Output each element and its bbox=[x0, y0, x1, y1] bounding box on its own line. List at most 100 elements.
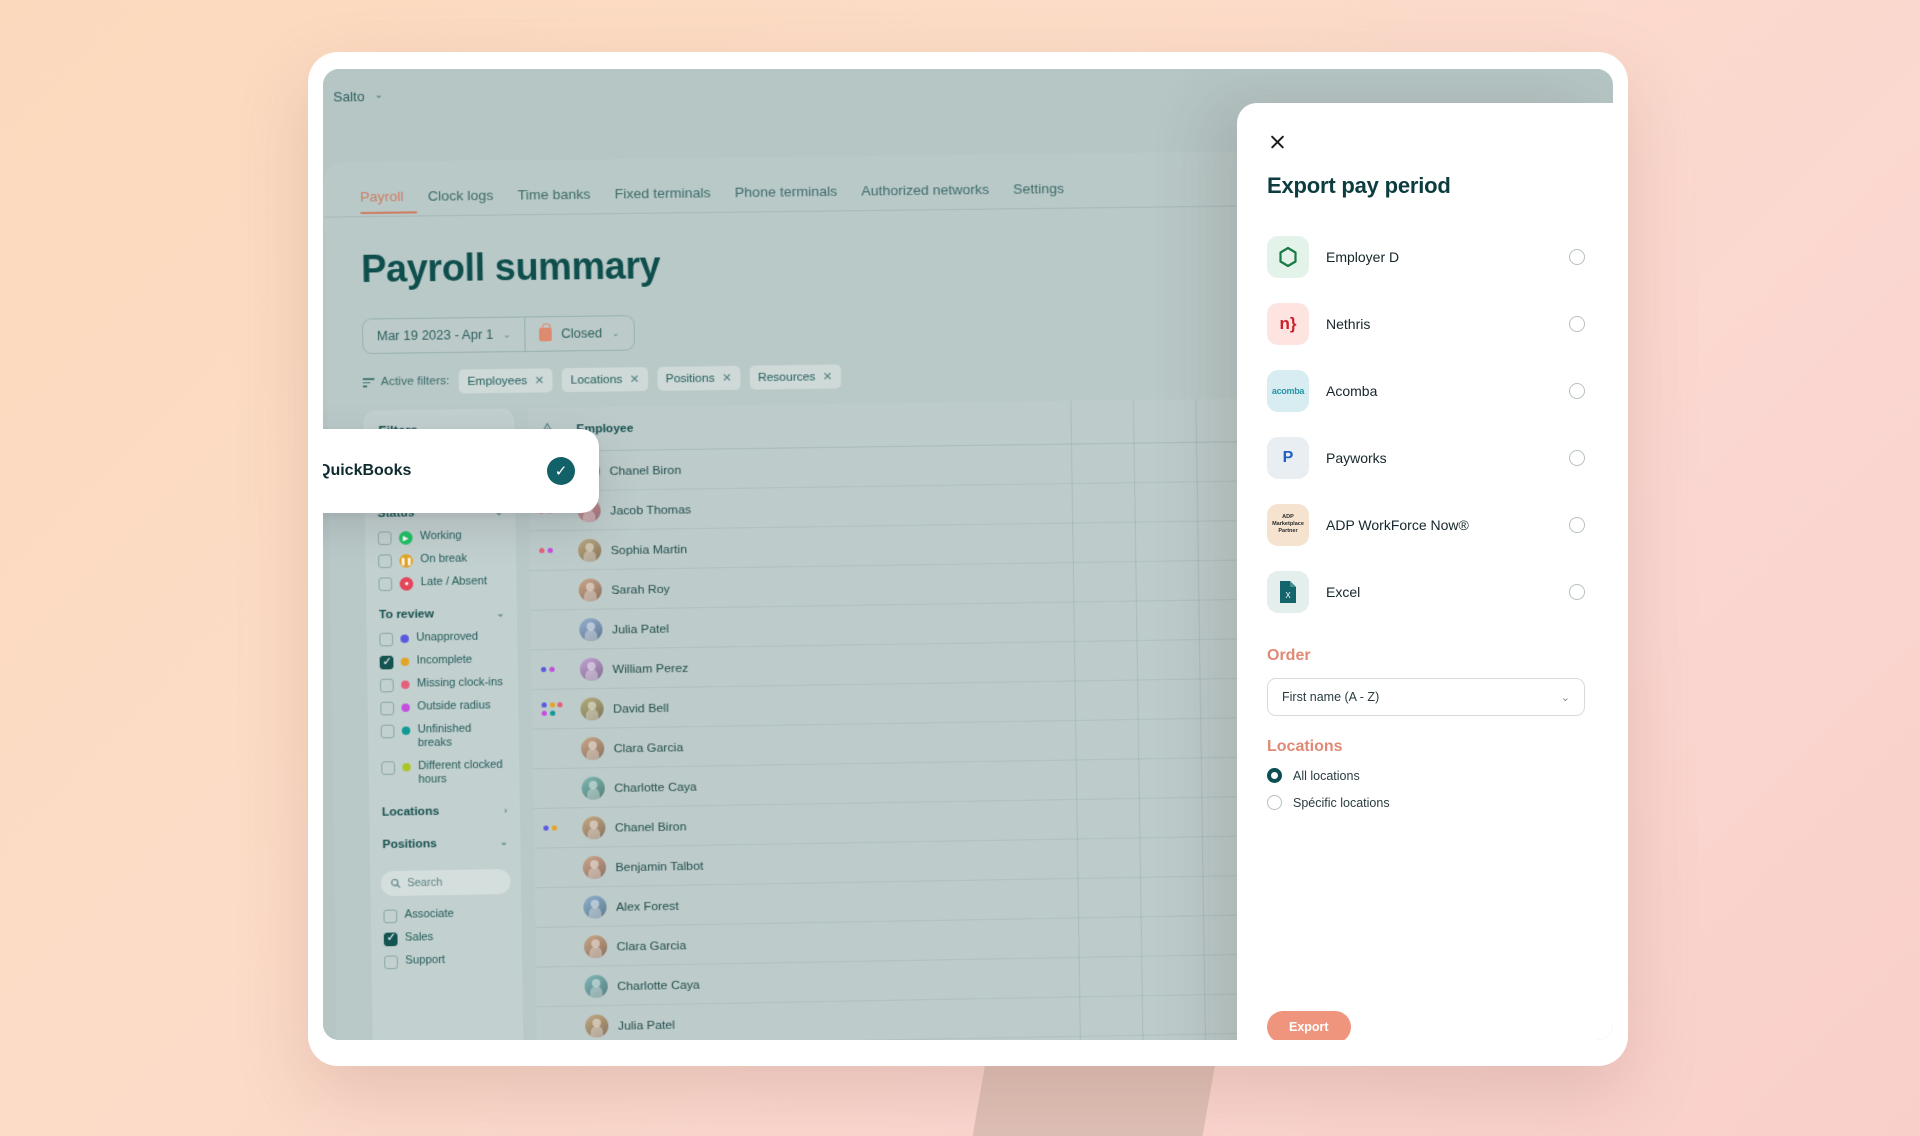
filter-section-to-review[interactable]: To review ⌄ bbox=[366, 593, 517, 628]
locations-section-title: Locations bbox=[1267, 738, 1343, 755]
status-indicator-icon: ❚❚ bbox=[399, 554, 414, 568]
filter-chip-locations[interactable]: Locations ✕ bbox=[562, 367, 648, 393]
close-icon[interactable] bbox=[1267, 131, 1289, 153]
position-filter-row[interactable]: Sales bbox=[371, 925, 522, 951]
date-range-control: Mar 19 2023 - Apr 1 ⌄ Closed ⌄ bbox=[361, 315, 635, 355]
checkbox[interactable] bbox=[379, 678, 394, 693]
checkbox[interactable] bbox=[379, 632, 394, 647]
tab-payroll[interactable]: Payroll bbox=[360, 188, 428, 218]
chevron-down-icon[interactable]: ⌄ bbox=[374, 89, 383, 101]
selected-provider-label: QuickBooks bbox=[323, 462, 412, 479]
position-filter-row[interactable]: Associate bbox=[371, 902, 522, 928]
tab-settings[interactable]: Settings bbox=[1013, 180, 1088, 210]
filter-row[interactable]: ❚❚ On break bbox=[365, 547, 516, 572]
provider-item-adp-workforce-now[interactable]: ADP Marketplace Partner ADP WorkForce Now® bbox=[1267, 491, 1585, 558]
provider-item-payworks[interactable]: P Payworks bbox=[1267, 424, 1585, 491]
checkbox[interactable] bbox=[384, 955, 398, 970]
tab-phone-terminals[interactable]: Phone terminals bbox=[735, 183, 862, 214]
order-select[interactable]: First name (A - Z) ⌄ bbox=[1267, 678, 1585, 716]
provider-item-employer-d[interactable]: Employer D bbox=[1267, 223, 1585, 290]
filter-row[interactable]: Unfinished breaks bbox=[368, 717, 519, 756]
row-status-dots bbox=[536, 947, 574, 948]
employee-cell: Jacob Thomas bbox=[567, 489, 1301, 522]
adp-icon: ADP Marketplace Partner bbox=[1267, 503, 1309, 546]
date-range-selector[interactable]: Mar 19 2023 - Apr 1 ⌄ bbox=[363, 318, 525, 354]
row-status-dots bbox=[534, 825, 572, 831]
filter-row[interactable]: Different clocked hours bbox=[368, 754, 519, 793]
order-select-value: First name (A - Z) bbox=[1282, 690, 1380, 704]
avatar bbox=[581, 776, 605, 800]
filter-chip-resources[interactable]: Resources ✕ bbox=[749, 364, 842, 390]
filter-chip-employees[interactable]: Employees ✕ bbox=[458, 368, 553, 394]
employee-name: David Bell bbox=[612, 699, 669, 716]
filter-chip-positions[interactable]: Positions ✕ bbox=[657, 365, 741, 391]
filter-row[interactable]: ▶ Working bbox=[365, 524, 516, 549]
tab-fixed-terminals[interactable]: Fixed terminals bbox=[615, 185, 736, 216]
filter-row[interactable]: Incomplete bbox=[367, 649, 518, 674]
checkbox[interactable] bbox=[383, 909, 398, 924]
search-positions-input[interactable]: Search bbox=[380, 868, 511, 897]
location-option-all[interactable]: All locations bbox=[1267, 768, 1585, 783]
radio-button[interactable] bbox=[1267, 795, 1282, 810]
filter-row[interactable]: Outside radius bbox=[368, 694, 519, 719]
tab-time-banks[interactable]: Time banks bbox=[517, 186, 614, 216]
lock-icon bbox=[539, 327, 552, 341]
checkbox[interactable] bbox=[379, 655, 394, 670]
filter-row-label: Different clocked hours bbox=[418, 758, 503, 787]
checkbox[interactable] bbox=[380, 701, 395, 716]
close-icon[interactable]: ✕ bbox=[630, 372, 640, 386]
status-dot-icon bbox=[402, 762, 411, 772]
tab-clock-logs[interactable]: Clock logs bbox=[428, 187, 518, 217]
filter-section-positions[interactable]: Positions ⌄ bbox=[369, 823, 520, 858]
close-icon[interactable]: ✕ bbox=[823, 370, 833, 384]
selected-provider-card[interactable]: QuickBooks ✓ bbox=[323, 429, 599, 513]
export-button[interactable]: Export bbox=[1267, 1011, 1351, 1040]
radio-button[interactable] bbox=[1569, 516, 1585, 533]
employee-cell: Benjamin Talbot bbox=[572, 843, 1306, 879]
employee-cell: Alex Forest bbox=[573, 883, 1307, 919]
checkbox[interactable] bbox=[377, 531, 392, 546]
employee-cell: Julia Patel bbox=[575, 1001, 1309, 1038]
avatar bbox=[580, 696, 604, 721]
employee-name: Charlotte Caya bbox=[617, 976, 700, 993]
employee-name: William Perez bbox=[612, 659, 689, 676]
checkbox[interactable] bbox=[378, 554, 392, 569]
radio-button[interactable] bbox=[1569, 315, 1585, 332]
location-option-specific[interactable]: Spécific locations bbox=[1267, 795, 1585, 810]
period-status-value: Closed bbox=[561, 325, 603, 342]
radio-button[interactable] bbox=[1267, 768, 1282, 783]
checkbox[interactable] bbox=[381, 761, 396, 775]
column-header-employee[interactable]: Employee bbox=[566, 413, 1300, 436]
filter-sections: Status⌄▶Working❚❚On break●Late / AbsentT… bbox=[365, 492, 520, 793]
checkbox[interactable] bbox=[380, 724, 395, 739]
radio-button[interactable] bbox=[1569, 449, 1585, 466]
filter-row-label: Outside radius bbox=[417, 699, 491, 713]
employee-name: Julia Patel bbox=[611, 620, 670, 637]
status-dot-icon bbox=[401, 726, 411, 735]
chevron-down-icon: ⌄ bbox=[611, 327, 620, 338]
provider-item-nethris[interactable]: n} Nethris bbox=[1267, 290, 1585, 357]
filter-row[interactable]: Unapproved bbox=[367, 626, 518, 651]
acomba-icon: acomba bbox=[1267, 369, 1309, 412]
close-icon[interactable]: ✕ bbox=[722, 371, 732, 385]
checkbox[interactable] bbox=[378, 577, 393, 592]
sidebar-item-home[interactable] bbox=[323, 131, 324, 178]
close-icon[interactable]: ✕ bbox=[535, 374, 545, 388]
position-filter-row[interactable]: Support bbox=[371, 948, 522, 974]
brand-name[interactable]: Salto bbox=[333, 89, 365, 105]
period-status-selector[interactable]: Closed ⌄ bbox=[524, 316, 634, 351]
provider-item-acomba[interactable]: acomba Acomba bbox=[1267, 357, 1585, 424]
employee-cell: Sophia Martin bbox=[567, 528, 1301, 562]
provider-item-excel[interactable]: X Excel bbox=[1267, 558, 1585, 625]
filter-row[interactable]: Missing clock-ins bbox=[367, 671, 518, 696]
filter-row[interactable]: ● Late / Absent bbox=[366, 570, 517, 595]
employee-cell: Julia Patel bbox=[569, 607, 1303, 641]
filter-section-locations[interactable]: Locations › bbox=[369, 790, 520, 825]
checkbox[interactable] bbox=[383, 932, 398, 947]
radio-button[interactable] bbox=[1569, 248, 1585, 265]
avatar bbox=[578, 577, 602, 602]
export-panel: Export pay period Employer D n} Nethris aco… bbox=[1237, 103, 1613, 1040]
radio-button[interactable] bbox=[1569, 382, 1585, 399]
location-option-label: All locations bbox=[1293, 768, 1360, 783]
radio-button[interactable] bbox=[1569, 583, 1585, 600]
